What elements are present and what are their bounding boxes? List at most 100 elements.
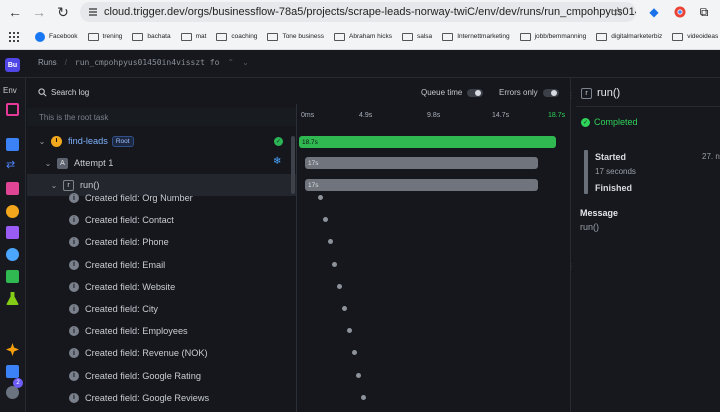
log-row[interactable]: i Created field: Org Number <box>27 187 296 209</box>
log-event-dot[interactable] <box>361 394 367 400</box>
bookmark-folder[interactable]: coaching <box>211 32 262 41</box>
folder-icon <box>267 32 279 41</box>
breadcrumb-runs-link[interactable]: Runs <box>38 58 57 67</box>
log-row[interactable]: i Created field: Website <box>27 276 296 298</box>
database-icon[interactable] <box>6 270 19 283</box>
bookmarks-bar: Facebook trening bachata mat coaching To… <box>0 24 720 50</box>
log-event-dot[interactable] <box>342 306 347 311</box>
bookmark-folder[interactable]: Tone business <box>262 32 329 41</box>
log-event-dot[interactable] <box>332 261 338 267</box>
address-bar[interactable]: cloud.trigger.dev/orgs/businessflow-78a5… <box>80 2 636 22</box>
extension-icon[interactable]: ◆ <box>646 4 662 20</box>
log-row-label: Created field: Phone <box>85 237 169 248</box>
log-row[interactable]: i Created field: Google Reviews <box>27 387 296 409</box>
log-row[interactable]: i Created field: Phone <box>27 231 296 253</box>
root-badge: Root <box>111 135 134 147</box>
tree-scrollbar[interactable] <box>291 136 295 194</box>
status-completed: ✓ Completed <box>581 117 638 127</box>
bookmark-folder[interactable]: bachata <box>127 32 175 41</box>
log-row[interactable]: i Created field: Contact <box>27 209 296 231</box>
log-row[interactable]: i Created field: Revenue (NOK) <box>27 342 296 364</box>
env-label[interactable]: Env <box>3 86 17 95</box>
log-row[interactable]: i Created field: Google Rating <box>27 365 296 387</box>
bookmark-folder[interactable]: mat <box>176 32 212 41</box>
tree-row-attempt[interactable]: ⌄ A Attempt 1 <box>27 152 296 174</box>
status-text: Completed <box>594 117 638 127</box>
attempt-label: Attempt 1 <box>74 158 114 168</box>
search-icon <box>38 88 47 97</box>
panel-resize-handle[interactable]: ⋮ <box>567 262 575 271</box>
chevron-down-icon[interactable]: ⌄ <box>242 58 249 67</box>
folder-icon <box>402 32 413 41</box>
folder-icon <box>672 32 684 41</box>
log-row[interactable]: i Created field: Employees <box>27 320 296 342</box>
log-row-label: Created field: Org Number <box>85 193 193 203</box>
reload-icon[interactable]: ↻ <box>52 1 74 23</box>
task-duration-bar[interactable]: 18.7s <box>299 136 556 148</box>
bookmark-folder[interactable]: trening <box>83 32 128 41</box>
queue-time-switch[interactable] <box>467 88 484 97</box>
batches-icon[interactable] <box>6 182 19 195</box>
table-icon[interactable] <box>6 365 19 378</box>
detail-title: r run() <box>581 87 620 99</box>
log-event-dot[interactable] <box>337 283 343 289</box>
schedules-icon[interactable] <box>6 205 19 218</box>
info-icon: i <box>69 281 79 292</box>
breadcrumb-separator: / <box>64 58 67 67</box>
log-event-dot[interactable] <box>327 239 333 245</box>
log-row[interactable]: i Created field: Email <box>27 254 296 276</box>
bookmark-folder[interactable]: videoideas <box>667 32 720 41</box>
errors-only-toggle[interactable]: Errors only <box>499 88 559 97</box>
runs-icon[interactable]: ⇄ <box>6 158 19 171</box>
org-logo[interactable]: Bu <box>5 58 20 72</box>
bookmark-facebook[interactable]: Facebook <box>30 31 83 42</box>
log-event-dot[interactable] <box>346 328 352 334</box>
log-row[interactable]: i Created field: City <box>27 298 296 320</box>
panel-resize-handle[interactable]: ⋮ <box>567 91 575 100</box>
errors-only-label: Errors only <box>499 88 538 97</box>
search-log[interactable]: Search log <box>38 88 89 97</box>
log-event-dot[interactable] <box>356 372 362 378</box>
breadcrumb: Runs / run_cmpohpyus01450in4visszt fo ⌃ … <box>38 58 249 67</box>
bookmark-star-icon[interactable]: ☆ <box>612 4 624 20</box>
apps-icon[interactable] <box>4 31 24 42</box>
chevron-down-icon[interactable]: ⌄ <box>37 137 47 146</box>
tick-label: 9.8s <box>427 112 441 119</box>
queues-icon[interactable] <box>6 226 19 239</box>
log-event-dot[interactable] <box>351 350 357 356</box>
site-settings-icon[interactable] <box>88 7 98 17</box>
tasks-icon[interactable] <box>6 138 19 151</box>
info-icon: i <box>69 304 79 314</box>
log-event-dot[interactable] <box>322 217 328 223</box>
extensions-puzzle-icon[interactable]: ⧉ <box>696 4 712 20</box>
attempt-duration-bar[interactable]: 17s <box>305 157 538 169</box>
env-switch-icon[interactable] <box>6 103 19 116</box>
queue-time-toggle[interactable]: Queue time <box>421 88 484 97</box>
log-row-label: Created field: Contact <box>85 215 174 226</box>
bookmark-folder[interactable]: digitalmarketerbiz <box>591 32 667 41</box>
bookmark-folder[interactable]: Internettmarketing <box>437 32 514 41</box>
breadcrumb-run-id[interactable]: run_cmpohpyus01450in4visszt fo <box>75 58 220 67</box>
log-event-dot[interactable] <box>318 195 323 200</box>
log-row-label: Created field: Google Rating <box>85 370 201 381</box>
tick-label: 4.9s <box>359 112 373 119</box>
bookmark-folder[interactable]: salsa <box>397 32 437 41</box>
forward-icon[interactable]: → <box>28 1 50 23</box>
log-row-label: Created field: Employees <box>85 326 188 337</box>
info-icon: i <box>69 392 79 403</box>
deployments-icon[interactable] <box>6 248 19 261</box>
back-icon[interactable]: ← <box>4 1 26 23</box>
run-duration-bar[interactable]: 17s <box>305 179 538 191</box>
bookmark-folder[interactable]: Abraham hicks <box>329 32 397 41</box>
chrome-profile-icon[interactable] <box>672 4 688 20</box>
queue-time-label: Queue time <box>421 88 463 97</box>
folder-icon <box>132 32 144 41</box>
errors-only-switch[interactable] <box>542 88 559 97</box>
browser-toolbar: ← → ↻ cloud.trigger.dev/orgs/businessflo… <box>0 0 720 24</box>
chevron-up-icon[interactable]: ⌃ <box>227 58 234 67</box>
tree-row-task[interactable]: ⌄ find-leads Root <box>27 130 296 152</box>
sidebar <box>0 78 26 412</box>
folder-icon <box>442 32 454 41</box>
chevron-down-icon[interactable]: ⌄ <box>43 159 53 168</box>
bookmark-folder[interactable]: jobb/bemmanning <box>515 32 592 41</box>
